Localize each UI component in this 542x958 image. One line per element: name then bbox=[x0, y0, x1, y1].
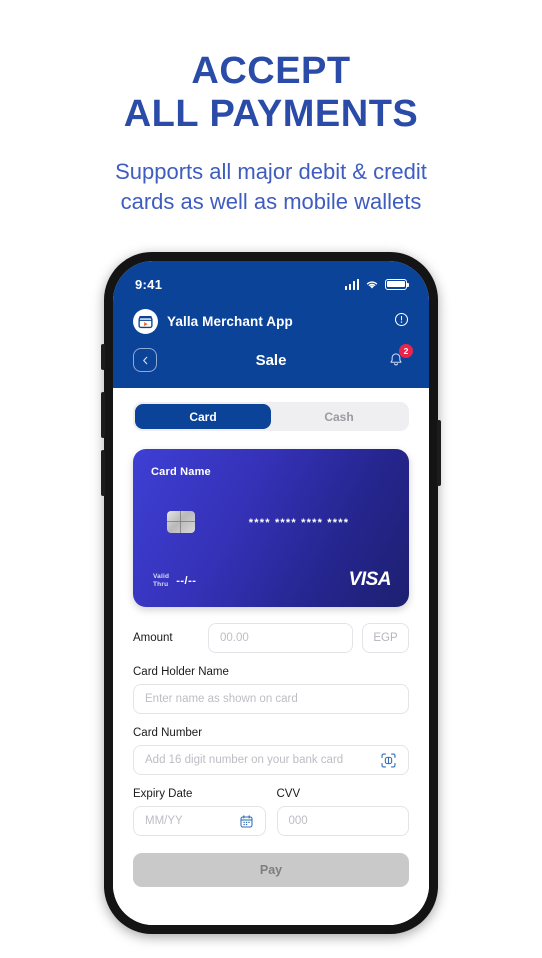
notifications-button[interactable]: 2 bbox=[383, 344, 413, 373]
tab-card[interactable]: Card bbox=[135, 404, 271, 429]
visa-logo: VISA bbox=[348, 569, 392, 590]
credit-card-preview: Card Name **** **** **** **** Valid Thru… bbox=[133, 449, 409, 607]
wifi-icon bbox=[366, 280, 378, 288]
card-number-label: Card Number bbox=[133, 727, 203, 739]
amount-input[interactable]: 00.00 bbox=[208, 623, 353, 653]
payment-method-toggle[interactable]: Card Cash bbox=[133, 402, 409, 431]
promo-page: ACCEPT ALL PAYMENTS Supports all major d… bbox=[0, 0, 542, 958]
subtitle-line-1: Supports all major debit & credit bbox=[115, 159, 427, 185]
card-number-masked: **** **** **** **** bbox=[248, 517, 350, 529]
cvv-label: CVV bbox=[276, 788, 301, 800]
subtitle-line-2: cards as well as mobile wallets bbox=[120, 189, 422, 215]
calendar-icon[interactable] bbox=[239, 814, 254, 829]
valid-thru-value: --/-- bbox=[176, 574, 197, 587]
expiry-input[interactable]: MM/YY bbox=[133, 806, 266, 836]
currency-value: EGP bbox=[373, 632, 398, 644]
card-name-text: Card Name bbox=[151, 466, 211, 478]
emv-chip-icon bbox=[167, 511, 195, 533]
phone-mockup: 9:41 Yalla Merchant App Sale 2 Card Cash… bbox=[101, 252, 441, 934]
valid-thru-block: Valid Thru --/-- bbox=[153, 573, 196, 589]
volume-down-button[interactable] bbox=[101, 450, 105, 496]
app-header: 9:41 Yalla Merchant App Sale 2 bbox=[113, 261, 429, 388]
card-holder-label: Card Holder Name bbox=[133, 666, 229, 678]
headline-line-1: ACCEPT bbox=[191, 50, 351, 92]
card-holder-placeholder: Enter name as shown on card bbox=[145, 693, 298, 705]
pay-button[interactable]: Pay bbox=[133, 853, 409, 887]
status-icons bbox=[344, 278, 409, 290]
scan-card-icon[interactable] bbox=[380, 752, 397, 769]
card-number-input[interactable]: Add 16 digit number on your bank card bbox=[133, 745, 409, 775]
cvv-input[interactable]: 000 bbox=[276, 806, 409, 836]
valid-label-line2: Thru bbox=[153, 580, 169, 588]
tab-cash[interactable]: Cash bbox=[271, 404, 407, 429]
app-body: Card Cash Card Name **** **** **** **** … bbox=[113, 388, 429, 925]
merchant-name: Yalla Merchant App bbox=[167, 314, 293, 329]
page-title: ACCEPT ALL PAYMENTS bbox=[0, 50, 542, 135]
battery-full-icon bbox=[385, 278, 409, 290]
amount-row: Amount 00.00 EGP bbox=[133, 623, 409, 653]
back-button[interactable] bbox=[133, 348, 157, 372]
payment-form: Amount 00.00 EGP Card Holder Name Enter … bbox=[133, 623, 409, 887]
card-holder-input[interactable]: Enter name as shown on card bbox=[133, 684, 409, 714]
headline-line-2: ALL PAYMENTS bbox=[123, 92, 419, 135]
valid-thru-label: Valid Thru bbox=[153, 573, 169, 589]
chevron-left-icon bbox=[142, 356, 147, 364]
amount-label: Amount bbox=[133, 632, 173, 644]
signal-bars-icon bbox=[344, 278, 359, 290]
merchant-row: Yalla Merchant App bbox=[113, 301, 429, 340]
store-play-logo-icon bbox=[133, 309, 158, 334]
currency-selector[interactable]: EGP bbox=[362, 623, 409, 653]
expiry-cvv-row: Expiry Date MM/YY CVV 000 bbox=[133, 775, 409, 836]
amount-placeholder: 00.00 bbox=[220, 632, 249, 644]
screen-title-row: Sale 2 bbox=[113, 340, 429, 378]
info-circle-icon[interactable] bbox=[394, 312, 409, 332]
power-button[interactable] bbox=[437, 420, 441, 486]
silent-switch[interactable] bbox=[101, 344, 105, 370]
notification-badge: 2 bbox=[399, 344, 413, 358]
card-number-placeholder: Add 16 digit number on your bank card bbox=[145, 754, 344, 766]
promo-text-block: ACCEPT ALL PAYMENTS Supports all major d… bbox=[0, 50, 542, 218]
valid-label-line1: Valid bbox=[153, 572, 170, 580]
cvv-col: CVV 000 bbox=[276, 775, 409, 836]
status-bar: 9:41 bbox=[113, 261, 429, 301]
screen-title: Sale bbox=[255, 351, 287, 369]
expiry-col: Expiry Date MM/YY bbox=[133, 775, 266, 836]
volume-up-button[interactable] bbox=[101, 392, 105, 438]
expiry-label: Expiry Date bbox=[133, 788, 193, 800]
cvv-placeholder: 000 bbox=[288, 815, 308, 827]
promo-subtitle: Supports all major debit & credit cards … bbox=[0, 157, 542, 218]
status-time: 9:41 bbox=[135, 276, 163, 292]
expiry-placeholder: MM/YY bbox=[145, 815, 183, 827]
phone-screen: 9:41 Yalla Merchant App Sale 2 Card Cash… bbox=[113, 261, 429, 925]
